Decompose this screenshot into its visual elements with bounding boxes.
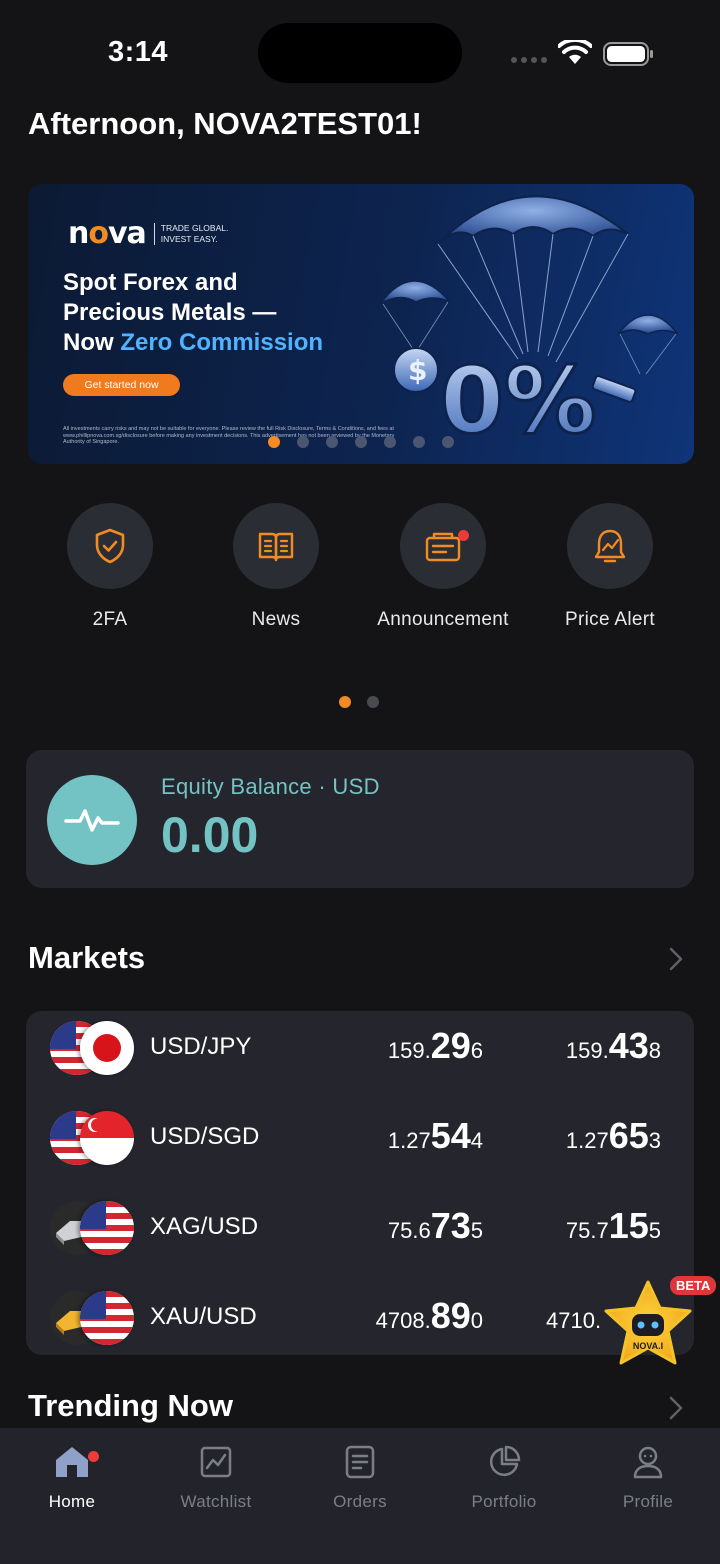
equity-balance-value: 0.00 <box>161 807 259 863</box>
cellular-signal-icon <box>511 57 547 63</box>
book-icon <box>258 532 294 562</box>
home-icon <box>56 1447 88 1477</box>
banner-headline-line-3: Now <box>63 329 121 356</box>
market-row-usdsgd[interactable]: USD/SGD 1.27544 1.27653 <box>26 1101 694 1191</box>
markets-list: USD/JPY 159.296 159.438 USD/SGD 1.27544 … <box>26 1011 694 1355</box>
ask-price: 159.438 <box>565 1025 661 1066</box>
parachute-zero-percent-illustration: $ 0% <box>379 195 679 456</box>
tab-label: Home <box>48 1492 96 1511</box>
banner-art-text: 0% <box>440 347 596 454</box>
greeting-title: Afternoon, NOVA2TEST01! <box>28 106 422 141</box>
us-flag <box>80 1201 134 1255</box>
banner-dot[interactable] <box>268 436 280 448</box>
quick-action-label: Price Alert <box>565 609 655 630</box>
profile-icon <box>633 1446 663 1479</box>
singapore-flag <box>80 1111 134 1165</box>
bottom-tab-bar: Home Watchlist Orders Portfolio Profile <box>0 1428 720 1564</box>
banner-dot[interactable] <box>442 436 454 448</box>
watchlist-icon <box>200 1446 232 1478</box>
tab-label: Watchlist <box>180 1492 252 1511</box>
home-notification-dot <box>88 1451 99 1462</box>
quick-action-2fa[interactable]: 2FA <box>30 503 190 631</box>
tab-watchlist[interactable]: Watchlist <box>144 1442 288 1512</box>
markets-title: Markets <box>28 940 146 975</box>
ask-price: 75.7155 <box>565 1205 661 1246</box>
market-row-xauusd[interactable]: XAU/USD 4708.890 4710. <box>26 1281 694 1371</box>
banner-headline-line-1: Spot Forex and <box>63 269 238 296</box>
tab-home[interactable]: Home <box>0 1442 144 1512</box>
page-dot[interactable] <box>367 696 379 708</box>
bid-price: 4708.890 <box>375 1295 483 1336</box>
equity-balance-card[interactable]: Equity Balance · USD 0.00 <box>26 750 694 888</box>
wifi-icon <box>558 40 592 64</box>
status-bar: 3:14 <box>0 0 720 100</box>
pulse-icon <box>64 809 120 832</box>
market-row-usdjpy[interactable]: USD/JPY 159.296 159.438 <box>26 1011 694 1101</box>
nova-logo: nova TRADE GLOBAL. INVEST EASY. <box>68 216 228 251</box>
equity-avatar <box>47 775 137 865</box>
ask-price: 4710. <box>546 1308 602 1333</box>
banner-highlight: Zero Commission <box>120 329 324 356</box>
trending-title: Trending Now <box>28 1388 233 1423</box>
banner-headline: Spot Forex and Precious Metals — Now Zer… <box>63 268 323 358</box>
chevron-right-icon[interactable] <box>668 1395 684 1421</box>
chevron-right-icon[interactable] <box>668 946 684 972</box>
pair-name: XAU/USD <box>150 1303 257 1330</box>
tab-portfolio[interactable]: Portfolio <box>432 1442 576 1512</box>
quick-action-label: 2FA <box>92 609 128 630</box>
nova-assistant-label: NOVA.I <box>633 1341 663 1351</box>
status-time: 3:14 <box>108 36 169 68</box>
logo-tagline-2: INVEST EASY. <box>160 233 218 244</box>
market-row-xagusd[interactable]: XAG/USD 75.6735 75.7155 <box>26 1191 694 1281</box>
quick-action-price-alert[interactable]: Price Alert <box>530 503 690 631</box>
page-dot[interactable] <box>339 696 351 708</box>
banner-dot[interactable] <box>413 436 425 448</box>
quick-action-news[interactable]: News <box>196 503 356 631</box>
quick-action-label: News <box>251 609 301 630</box>
banner-headline-line-2: Precious Metals — <box>63 299 277 326</box>
orders-icon <box>345 1445 375 1479</box>
nova-logo-wordmark: nova <box>68 216 147 251</box>
ask-price: 1.27653 <box>565 1115 661 1156</box>
logo-tagline-1: TRADE GLOBAL. <box>160 222 229 233</box>
promo-banner[interactable]: $ 0% nova TRADE GLOBAL. INVEST EASY. Spo… <box>28 184 694 464</box>
get-started-button[interactable]: Get started now <box>63 374 180 396</box>
tab-label: Profile <box>622 1492 674 1511</box>
banner-dot[interactable] <box>297 436 309 448</box>
banner-pagination <box>268 436 454 448</box>
portfolio-icon <box>489 1445 521 1477</box>
pair-name: USD/SGD <box>150 1123 260 1150</box>
tab-label: Portfolio <box>471 1492 537 1511</box>
japan-flag <box>80 1021 134 1075</box>
quick-actions: 2FA News Announcement Price Alert <box>0 503 720 633</box>
us-flag <box>80 1291 134 1345</box>
quick-actions-pagination[interactable] <box>339 696 379 708</box>
tab-orders[interactable]: Orders <box>288 1442 432 1512</box>
battery-icon <box>603 42 653 66</box>
banner-dot[interactable] <box>326 436 338 448</box>
beta-badge: BETA <box>670 1276 717 1295</box>
tab-profile[interactable]: Profile <box>576 1442 720 1512</box>
quick-action-announcement[interactable]: Announcement <box>363 503 523 631</box>
svg-text:$: $ <box>408 354 427 387</box>
bid-price: 1.27544 <box>387 1115 483 1156</box>
quick-action-label: Announcement <box>377 609 509 630</box>
bid-price: 75.6735 <box>387 1205 483 1246</box>
pair-name: XAG/USD <box>150 1213 259 1240</box>
unread-badge <box>458 530 469 541</box>
bid-price: 159.296 <box>387 1025 483 1066</box>
dynamic-island <box>258 23 462 83</box>
tab-label: Orders <box>333 1492 387 1511</box>
bell-chart-icon <box>594 529 626 563</box>
equity-balance-label: Equity Balance · USD <box>161 774 380 799</box>
shield-check-icon <box>95 528 125 564</box>
banner-dot[interactable] <box>355 436 367 448</box>
pair-name: USD/JPY <box>150 1033 252 1060</box>
banner-dot[interactable] <box>384 436 396 448</box>
